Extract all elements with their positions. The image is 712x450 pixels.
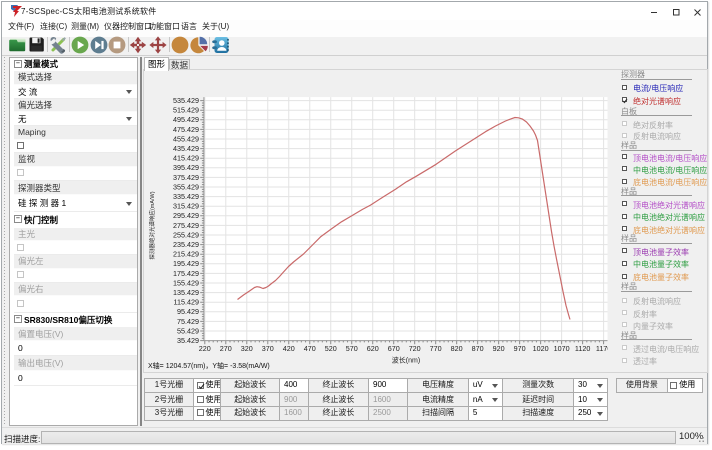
svg-text:335.429: 335.429: [173, 192, 199, 201]
svg-text:315.429: 315.429: [173, 201, 199, 210]
svg-text:115.429: 115.429: [173, 297, 198, 306]
svg-text:495.429: 495.429: [173, 115, 199, 124]
svg-text:220: 220: [198, 344, 210, 353]
svg-text:355.429: 355.429: [173, 182, 199, 191]
svg-text:235.429: 235.429: [173, 240, 199, 249]
svg-text:370: 370: [261, 344, 273, 353]
svg-text:435.429: 435.429: [173, 144, 199, 153]
svg-text:970: 970: [513, 344, 525, 353]
svg-text:475.429: 475.429: [173, 124, 199, 133]
svg-text:215.429: 215.429: [173, 249, 199, 258]
svg-text:320: 320: [240, 344, 252, 353]
svg-text:455.429: 455.429: [173, 134, 199, 143]
svg-text:415.429: 415.429: [173, 153, 199, 162]
svg-text:535.429: 535.429: [173, 96, 199, 105]
svg-text:195.429: 195.429: [173, 259, 199, 268]
svg-text:295.429: 295.429: [173, 211, 199, 220]
svg-text:270: 270: [219, 344, 231, 353]
svg-text:175.429: 175.429: [173, 268, 199, 277]
svg-text:95.429: 95.429: [177, 307, 199, 316]
svg-text:820: 820: [450, 344, 462, 353]
svg-text:1070: 1070: [553, 344, 569, 353]
svg-text:870: 870: [471, 344, 483, 353]
svg-text:920: 920: [492, 344, 504, 353]
svg-text:1020: 1020: [532, 344, 548, 353]
svg-text:395.429: 395.429: [173, 163, 199, 172]
svg-text:720: 720: [408, 344, 420, 353]
svg-text:620: 620: [366, 344, 378, 353]
svg-text:570: 570: [345, 344, 357, 353]
svg-text:470: 470: [303, 344, 315, 353]
svg-text:135.429: 135.429: [173, 288, 199, 297]
svg-text:255.429: 255.429: [173, 230, 199, 239]
svg-text:探测器绝对光谱响应(mA/W): 探测器绝对光谱响应(mA/W): [148, 191, 156, 259]
svg-text:515.429: 515.429: [173, 105, 199, 114]
svg-text:75.429: 75.429: [177, 316, 199, 325]
svg-text:55.429: 55.429: [177, 326, 199, 335]
svg-text:520: 520: [324, 344, 336, 353]
svg-text:420: 420: [282, 344, 294, 353]
svg-text:1170: 1170: [595, 344, 607, 353]
svg-text:35.429: 35.429: [177, 336, 199, 345]
svg-text:1120: 1120: [574, 344, 589, 353]
svg-text:275.429: 275.429: [173, 220, 199, 229]
svg-text:波长(nm): 波长(nm): [391, 355, 419, 364]
svg-text:670: 670: [387, 344, 399, 353]
svg-text:375.429: 375.429: [173, 172, 199, 181]
svg-text:155.429: 155.429: [173, 278, 199, 287]
svg-text:770: 770: [429, 344, 441, 353]
